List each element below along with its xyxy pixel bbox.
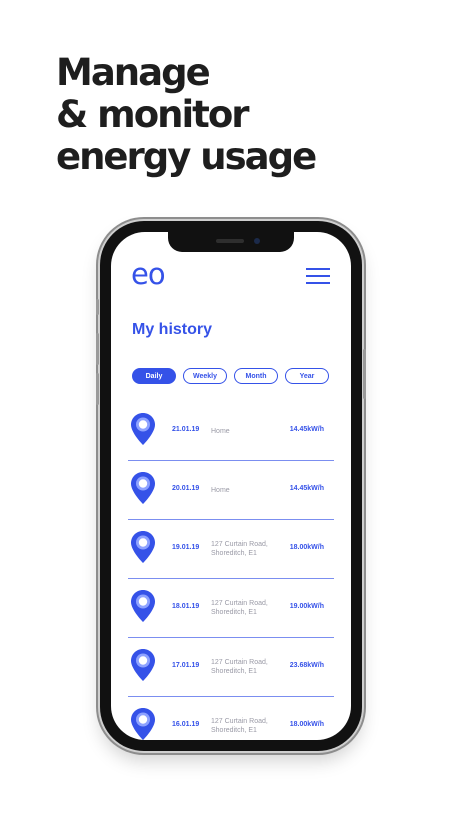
location-pin-icon [131, 472, 155, 504]
history-location: Home [211, 481, 230, 499]
history-location: Home [211, 422, 230, 440]
history-date: 18.01.19 [172, 603, 200, 610]
hamburger-menu-icon[interactable] [306, 268, 330, 284]
front-camera [254, 238, 260, 244]
tab-month[interactable]: Month [234, 368, 278, 384]
history-date: 19.01.19 [172, 544, 200, 551]
history-list: 21.01.19 Home 14.45kW/h 20.01.19 Home 14… [128, 402, 334, 740]
tab-daily[interactable]: Daily [132, 368, 176, 384]
history-energy: 18.00kW/h [289, 721, 324, 728]
volume-up-button [96, 333, 99, 365]
power-button [363, 349, 366, 399]
history-date: 21.01.19 [172, 426, 200, 433]
volume-down-button [96, 373, 99, 405]
location-line-1: Home [211, 486, 230, 494]
period-tabs: Daily Weekly Month Year [132, 368, 332, 386]
phone-screen: eo My history Daily Weekly Month Year 21… [111, 232, 351, 740]
history-row[interactable]: 18.01.19 127 Curtain Road, Shoreditch, E… [128, 579, 334, 638]
history-location: 127 Curtain Road, Shoreditch, E1 [211, 717, 268, 735]
history-energy: 23.68kW/h [289, 662, 324, 669]
history-row[interactable]: 19.01.19 127 Curtain Road, Shoreditch, E… [128, 520, 334, 579]
location-pin-icon [131, 413, 155, 445]
history-energy: 19.00kW/h [289, 603, 324, 610]
history-date: 16.01.19 [172, 721, 200, 728]
history-location: 127 Curtain Road, Shoreditch, E1 [211, 540, 268, 558]
location-pin-icon [131, 708, 155, 740]
location-pin-icon [131, 531, 155, 563]
history-energy: 18.00kW/h [289, 544, 324, 551]
history-row[interactable]: 17.01.19 127 Curtain Road, Shoreditch, E… [128, 638, 334, 697]
location-pin-icon [131, 649, 155, 681]
location-line-1: Home [211, 427, 230, 435]
history-location: 127 Curtain Road, Shoreditch, E1 [211, 658, 268, 676]
location-line-1: 127 Curtain Road, [211, 600, 268, 607]
location-line-1: 127 Curtain Road, [211, 718, 268, 725]
marketing-headline: Manage & monitor energy usage [56, 51, 317, 178]
location-line-1: 127 Curtain Road, [211, 659, 268, 666]
phone-mockup: eo My history Daily Weekly Month Year 21… [96, 221, 366, 751]
headline-line-2: & monitor [56, 93, 250, 136]
tab-year[interactable]: Year [285, 368, 329, 384]
location-line-2: Shoreditch, E1 [211, 550, 257, 557]
eo-logo: eo [131, 257, 166, 291]
history-energy: 14.45kW/h [289, 485, 324, 492]
history-row[interactable]: 20.01.19 Home 14.45kW/h [128, 461, 334, 520]
history-row[interactable]: 21.01.19 Home 14.45kW/h [128, 402, 334, 461]
location-line-2: Shoreditch, E1 [211, 727, 257, 734]
headline-line-3: energy usage [56, 135, 317, 178]
headline-line-1: Manage [56, 51, 211, 94]
mute-switch [96, 299, 99, 315]
history-date: 17.01.19 [172, 662, 200, 669]
location-line-2: Shoreditch, E1 [211, 609, 257, 616]
location-pin-icon [131, 590, 155, 622]
history-row[interactable]: 16.01.19 127 Curtain Road, Shoreditch, E… [128, 697, 334, 740]
tab-weekly[interactable]: Weekly [183, 368, 227, 384]
speaker-grille [216, 239, 244, 243]
phone-notch [168, 232, 294, 252]
history-energy: 14.45kW/h [289, 426, 324, 433]
history-date: 20.01.19 [172, 485, 200, 492]
location-line-2: Shoreditch, E1 [211, 668, 257, 675]
history-location: 127 Curtain Road, Shoreditch, E1 [211, 599, 268, 617]
location-line-1: 127 Curtain Road, [211, 541, 268, 548]
page-title: My history [132, 321, 213, 338]
